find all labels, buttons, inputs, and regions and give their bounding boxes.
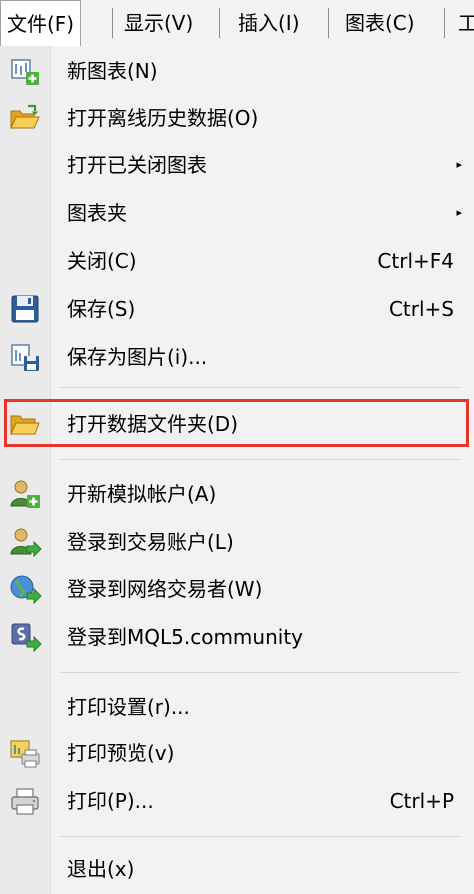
user-login-icon	[10, 528, 42, 558]
menu-item-print-setup[interactable]: 打印设置(r)...	[0, 684, 474, 730]
menu-separator	[60, 672, 460, 673]
menu-item-close[interactable]: 关闭(C) Ctrl+F4	[0, 238, 474, 284]
menu-item-label: 开新模拟帐户(A)	[67, 482, 217, 506]
user-add-icon	[10, 480, 40, 508]
menu-item-open-closed-charts[interactable]: 打开已关闭图表 ▸	[0, 142, 474, 188]
new-chart-icon	[11, 59, 39, 85]
menu-item-label: 打印预览(v)	[67, 741, 175, 765]
menu-item-label: 新图表(N)	[67, 59, 158, 83]
open-folder-icon	[10, 104, 40, 129]
highlight-annotation-box	[4, 399, 469, 447]
menu-separator	[60, 387, 460, 388]
menu-item-print-preview[interactable]: 打印预览(v)	[0, 730, 474, 776]
menu-item-label: 登录到网络交易者(W)	[67, 577, 263, 601]
menu-item-label: 图表夹	[67, 201, 127, 225]
menu-item-open-demo-account[interactable]: 开新模拟帐户(A)	[0, 471, 474, 517]
menu-separator	[60, 836, 460, 837]
mql5-login-icon	[11, 623, 42, 653]
shortcut-label: Ctrl+S	[388, 297, 454, 321]
menu-item-label: 登录到MQL5.community	[67, 625, 304, 649]
floppy-disk-icon	[11, 295, 39, 323]
menu-item-exit[interactable]: 退出(x)	[0, 846, 474, 892]
menubar-divider	[112, 8, 113, 38]
file-menu-dropdown: 新图表(N) 打开离线历史数据(O) 打开已关闭图表 ▸ 图表夹 ▸ 关闭(C)…	[0, 46, 474, 894]
printer-icon	[11, 788, 39, 815]
menu-item-chart-folder[interactable]: 图表夹 ▸	[0, 190, 474, 236]
save-picture-icon	[11, 344, 39, 371]
menu-item-label: 打开离线历史数据(O)	[67, 106, 259, 130]
menu-item-label: 关闭(C)	[67, 249, 137, 273]
menu-insert[interactable]: 插入(I)	[238, 0, 300, 46]
menu-charts[interactable]: 图表(C)	[345, 0, 415, 46]
menubar-divider	[328, 8, 329, 38]
print-preview-icon	[10, 740, 40, 768]
menu-view[interactable]: 显示(V)	[124, 0, 193, 46]
menu-item-new-chart[interactable]: 新图表(N)	[0, 48, 474, 94]
shortcut-label: Ctrl+P	[389, 789, 454, 813]
menu-item-login-trade-account[interactable]: 登录到交易账户(L)	[0, 519, 474, 565]
menu-item-save[interactable]: 保存(S) Ctrl+S	[0, 286, 474, 332]
submenu-arrow-icon: ▸	[456, 206, 462, 219]
menu-item-label: 保存(S)	[67, 297, 136, 321]
globe-login-icon	[10, 575, 42, 605]
menu-item-save-as-picture[interactable]: 保存为图片(i)...	[0, 334, 474, 380]
shortcut-label: Ctrl+F4	[377, 249, 454, 273]
menu-item-open-offline[interactable]: 打开离线历史数据(O)	[0, 95, 474, 141]
menu-item-print[interactable]: 打印(P)... Ctrl+P	[0, 778, 474, 824]
menu-item-label: 打印(P)...	[67, 789, 154, 813]
menu-item-label: 打开已关闭图表	[67, 153, 207, 177]
menu-item-login-webtrader[interactable]: 登录到网络交易者(W)	[0, 566, 474, 612]
menubar-divider	[444, 8, 445, 38]
menu-item-label: 登录到交易账户(L)	[67, 530, 234, 554]
menu-item-label: 退出(x)	[67, 857, 135, 881]
submenu-arrow-icon: ▸	[456, 158, 462, 171]
menu-tools[interactable]: 工	[458, 0, 474, 46]
menubar-divider	[219, 8, 220, 38]
menu-item-label: 打印设置(r)...	[67, 695, 190, 719]
menu-separator	[60, 459, 460, 460]
menu-bar: 文件(F) 显示(V) 插入(I) 图表(C) 工	[0, 0, 474, 47]
menu-item-label: 保存为图片(i)...	[67, 345, 208, 369]
menu-item-login-mql5[interactable]: 登录到MQL5.community	[0, 614, 474, 660]
menu-file[interactable]: 文件(F)	[0, 0, 82, 47]
